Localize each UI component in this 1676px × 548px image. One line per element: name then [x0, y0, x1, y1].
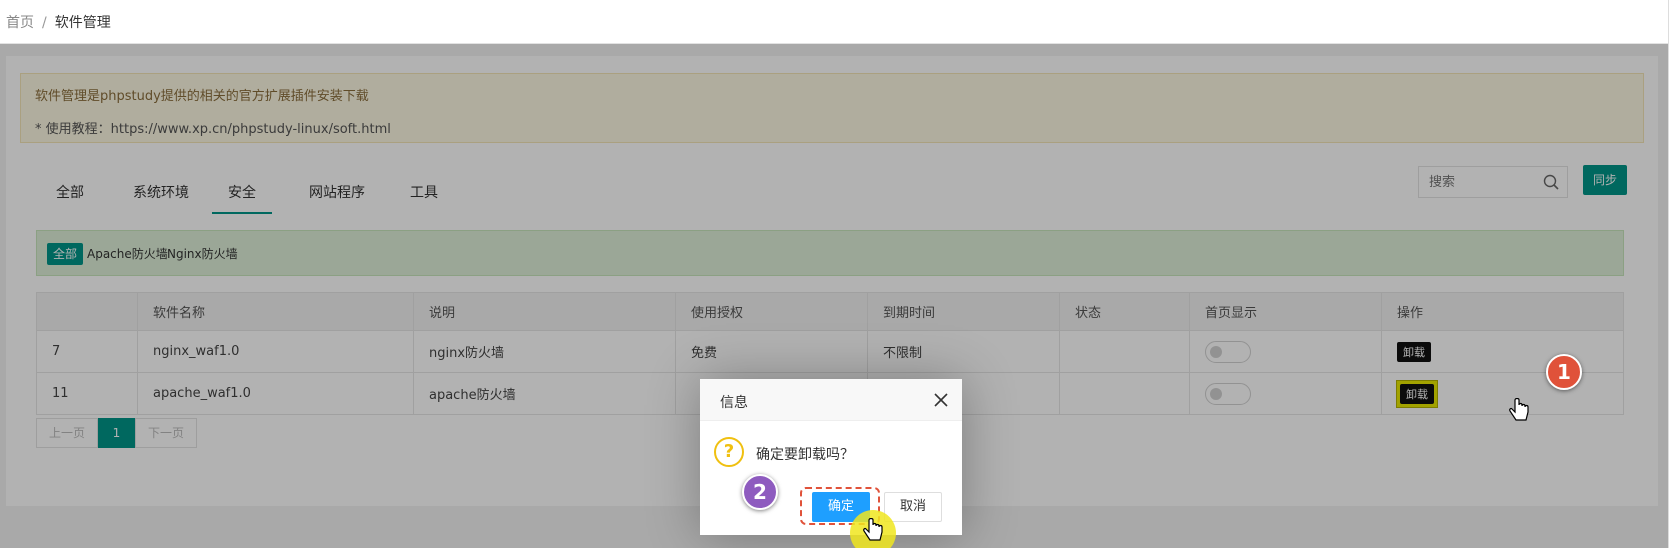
- uninstall-button[interactable]: 卸载: [1400, 383, 1434, 404]
- hand-cursor-icon: [1509, 398, 1529, 421]
- hand-cursor-icon: [863, 518, 883, 541]
- cell-id: 11: [36, 372, 138, 415]
- cell-show-home: [1189, 330, 1382, 373]
- dialog-title: 信息: [720, 395, 748, 411]
- column-header-actions: 操作: [1381, 292, 1624, 331]
- cell-expires: 不限制: [867, 330, 1060, 373]
- sync-button[interactable]: 同步: [1583, 165, 1627, 195]
- next-page-button[interactable]: 下一页: [135, 418, 197, 448]
- cell-name: apache_waf1.0: [137, 372, 414, 415]
- cell-status: [1059, 372, 1190, 415]
- cell-id: 7: [36, 330, 138, 373]
- cell-name: nginx_waf1.0: [137, 330, 414, 373]
- search-input[interactable]: [1419, 167, 1529, 197]
- cell-desc: nginx防火墙: [413, 330, 676, 373]
- column-header-license: 使用授权: [675, 292, 868, 331]
- cell-status: [1059, 330, 1190, 373]
- dialog-header: 信息: [700, 379, 962, 421]
- breadcrumb: 首页 / 软件管理: [6, 12, 111, 32]
- question-icon: ?: [714, 437, 744, 467]
- cell-actions: 卸载: [1381, 330, 1624, 373]
- filter-apache-firewall[interactable]: Apache防火墙: [87, 245, 168, 262]
- column-header: [36, 292, 138, 331]
- breadcrumb-current: 软件管理: [54, 15, 111, 31]
- filter-nginx-firewall[interactable]: Nginx防火墙: [167, 245, 238, 262]
- close-icon[interactable]: [932, 391, 950, 409]
- page-1-button[interactable]: 1: [98, 418, 135, 448]
- table-row: 7 nginx_waf1.0 nginx防火墙 免费 不限制 卸载: [36, 330, 1624, 373]
- column-header-show-home: 首页显示: [1189, 292, 1382, 331]
- search-icon[interactable]: [1543, 174, 1559, 190]
- tab-all[interactable]: 全部: [36, 174, 104, 214]
- prev-page-button[interactable]: 上一页: [36, 418, 98, 448]
- cell-show-home: [1189, 372, 1382, 415]
- cell-desc: apache防火墙: [413, 372, 676, 415]
- breadcrumb-separator: /: [42, 15, 47, 31]
- dialog-message: 确定要卸载吗？: [756, 447, 854, 463]
- filter-all[interactable]: 全部: [47, 243, 84, 265]
- uninstall-highlight: 卸载: [1396, 379, 1438, 408]
- column-header-status: 状态: [1059, 292, 1190, 331]
- filter-bar: 全部 Apache防火墙 Nginx防火墙: [36, 230, 1624, 276]
- column-header-name: 软件名称: [137, 292, 414, 331]
- tab-security[interactable]: 安全: [212, 174, 272, 214]
- show-home-toggle[interactable]: [1205, 382, 1251, 405]
- notice-line-2: * 使用教程：https://www.xp.cn/phpstudy-linux/…: [35, 122, 391, 137]
- tab-website-programs[interactable]: 网站程序: [292, 174, 382, 214]
- uninstall-button[interactable]: 卸载: [1397, 341, 1431, 362]
- step-marker-2: 2: [742, 474, 778, 510]
- notice-box: 软件管理是phpstudy提供的相关的官方扩展插件安装下载 * 使用教程：htt…: [20, 73, 1644, 143]
- tab-tools[interactable]: 工具: [394, 174, 454, 214]
- step-marker-1: 1: [1546, 354, 1582, 390]
- column-header-expires: 到期时间: [867, 292, 1060, 331]
- cell-actions: 卸载: [1381, 372, 1624, 415]
- confirm-dialog: 信息 ? 确定要卸载吗？ 确定 取消: [700, 379, 962, 535]
- column-header-desc: 说明: [413, 292, 676, 331]
- search-box: [1418, 166, 1568, 198]
- table-header-row: 软件名称 说明 使用授权 到期时间 状态 首页显示 操作: [36, 292, 1624, 331]
- show-home-toggle[interactable]: [1205, 340, 1251, 363]
- breadcrumb-home[interactable]: 首页: [6, 15, 34, 31]
- cancel-button[interactable]: 取消: [884, 492, 942, 522]
- window-right-edge: [1668, 0, 1676, 548]
- notice-line-1: 软件管理是phpstudy提供的相关的官方扩展插件安装下载: [35, 89, 369, 104]
- tab-system-env[interactable]: 系统环境: [116, 174, 206, 214]
- top-bar: 首页 / 软件管理: [0, 0, 1668, 44]
- cell-license: 免费: [675, 330, 868, 373]
